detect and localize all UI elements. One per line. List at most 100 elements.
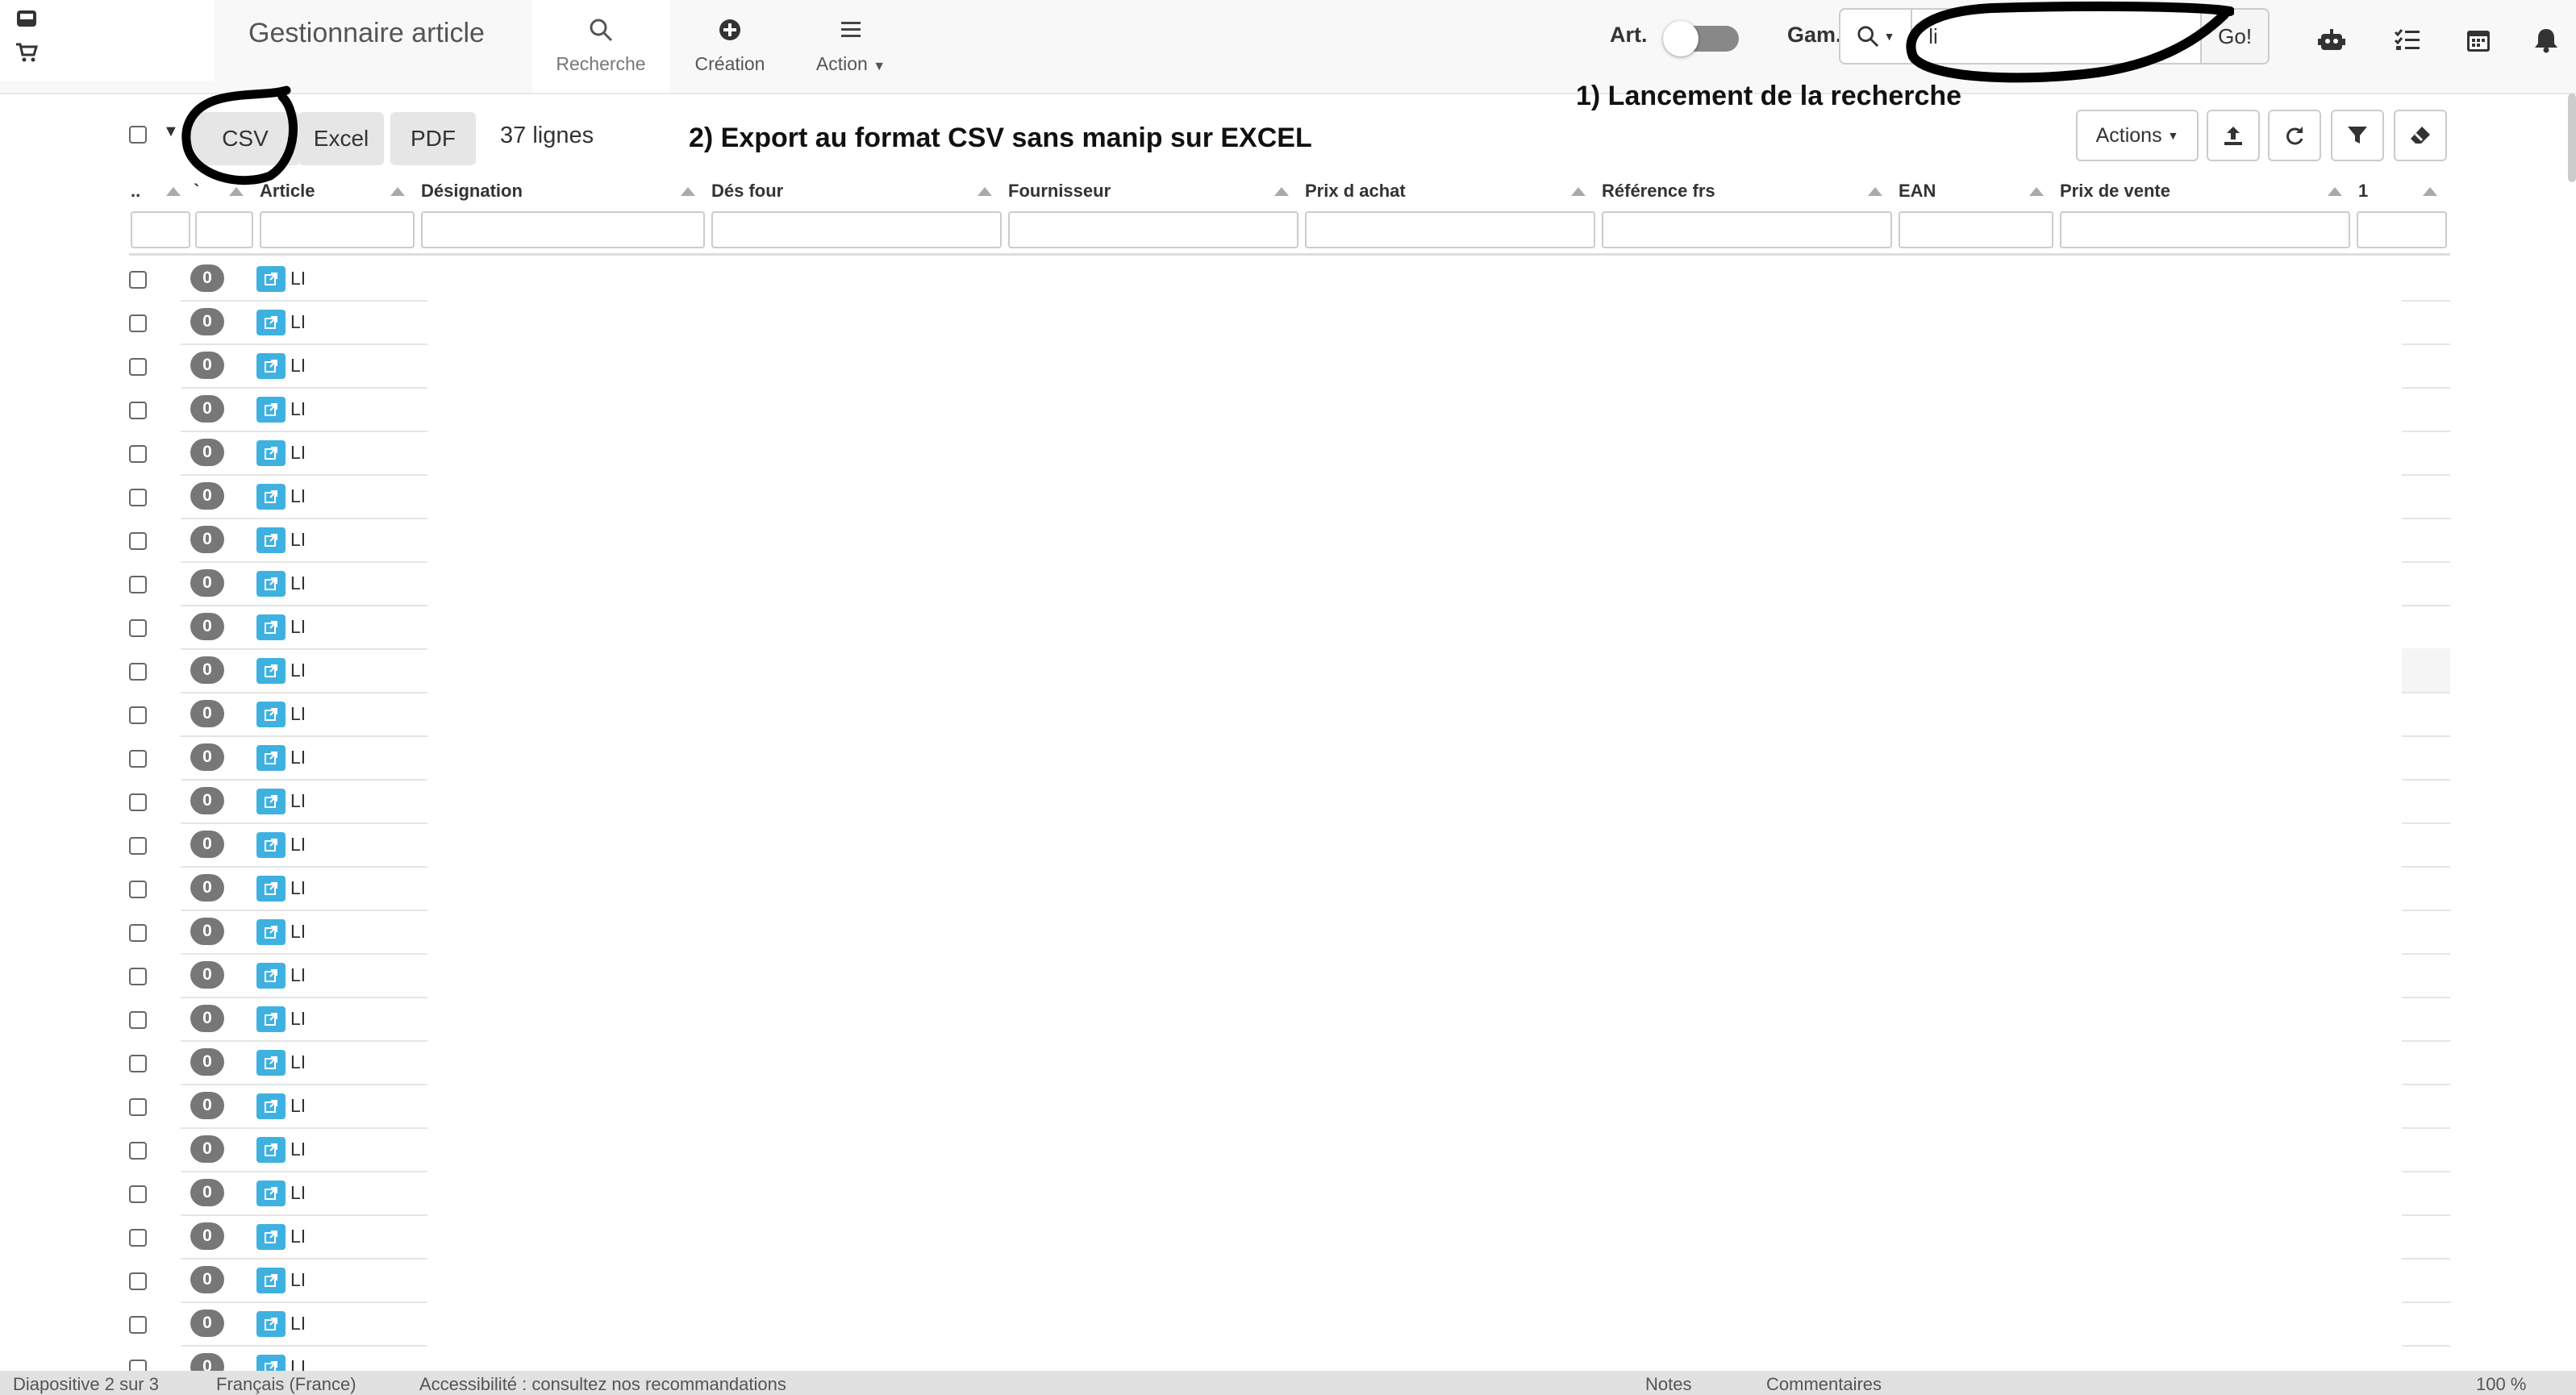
- open-article-button[interactable]: [256, 963, 286, 989]
- column-header-prix-achat[interactable]: Prix d achat: [1305, 181, 1406, 202]
- table-row[interactable]: 0 LI: [121, 1131, 427, 1174]
- row-checkbox[interactable]: [129, 881, 147, 898]
- open-article-button[interactable]: [256, 789, 286, 814]
- row-checkbox[interactable]: [129, 358, 147, 376]
- row-checkbox[interactable]: [129, 1011, 147, 1029]
- table-row[interactable]: 0 LI: [121, 347, 427, 390]
- table-row[interactable]: 0 LI: [121, 826, 427, 869]
- actions-dropdown-button[interactable]: Actions ▼: [2076, 110, 2199, 161]
- row-checkbox[interactable]: [129, 576, 147, 593]
- sort-icon[interactable]: [166, 187, 181, 196]
- sort-icon[interactable]: [390, 187, 405, 196]
- bell-icon[interactable]: [2532, 27, 2560, 53]
- row-checkbox[interactable]: [129, 489, 147, 506]
- select-all-checkbox[interactable]: [129, 126, 147, 144]
- open-article-button[interactable]: [256, 571, 286, 597]
- language-indicator[interactable]: Français (France): [216, 1374, 356, 1395]
- column-filter-input[interactable]: [2060, 211, 2350, 248]
- comments-button[interactable]: Commentaires: [1766, 1374, 1882, 1395]
- table-row[interactable]: 0 LI: [121, 1174, 427, 1218]
- column-header-prix-vente[interactable]: Prix de vente: [2060, 181, 2170, 202]
- table-row[interactable]: 0 LI: [121, 303, 427, 347]
- open-article-button[interactable]: [256, 614, 286, 640]
- table-row[interactable]: 0 LI: [121, 608, 427, 652]
- sort-icon[interactable]: [1868, 187, 1882, 196]
- table-row[interactable]: 0 LI: [121, 260, 427, 303]
- art-gam-toggle[interactable]: [1663, 21, 1739, 56]
- table-row[interactable]: 0 LI: [121, 695, 427, 739]
- row-checkbox[interactable]: [129, 1055, 147, 1072]
- row-checkbox[interactable]: [129, 1272, 147, 1290]
- tab-action[interactable]: Action ▼: [798, 0, 903, 93]
- calendar-icon[interactable]: [2465, 27, 2492, 53]
- open-article-button[interactable]: [256, 353, 286, 379]
- tab-recherche[interactable]: Recherche: [532, 0, 669, 93]
- open-article-button[interactable]: [256, 266, 286, 292]
- column-filter-input[interactable]: [131, 211, 190, 248]
- row-checkbox[interactable]: [129, 1098, 147, 1116]
- open-article-button[interactable]: [256, 1093, 286, 1119]
- row-checkbox[interactable]: [129, 1229, 147, 1247]
- open-article-button[interactable]: [256, 1311, 286, 1337]
- clear-filters-button[interactable]: [2394, 110, 2447, 161]
- row-checkbox[interactable]: [129, 1185, 147, 1203]
- robot-icon[interactable]: [2318, 27, 2345, 53]
- row-checkbox[interactable]: [129, 706, 147, 724]
- search-input[interactable]: [1912, 10, 2201, 63]
- open-article-button[interactable]: [256, 832, 286, 858]
- open-article-button[interactable]: [256, 484, 286, 510]
- upload-button[interactable]: [2207, 110, 2260, 161]
- sort-icon[interactable]: [1274, 187, 1289, 196]
- refresh-button[interactable]: [2268, 110, 2321, 161]
- row-checkbox[interactable]: [129, 619, 147, 637]
- row-checkbox[interactable]: [129, 314, 147, 332]
- row-checkbox[interactable]: [129, 793, 147, 811]
- column-header-designation[interactable]: Désignation: [421, 181, 523, 202]
- sort-icon[interactable]: [229, 187, 244, 196]
- open-article-button[interactable]: [256, 876, 286, 902]
- row-checkbox[interactable]: [129, 271, 147, 289]
- sort-icon[interactable]: [2328, 187, 2342, 196]
- open-article-button[interactable]: [256, 1224, 286, 1250]
- open-article-button[interactable]: [256, 310, 286, 335]
- checklist-icon[interactable]: [2394, 27, 2421, 53]
- table-row[interactable]: 0 LI: [121, 869, 427, 913]
- open-article-button[interactable]: [256, 745, 286, 771]
- cart-icon[interactable]: [15, 42, 39, 63]
- open-article-button[interactable]: [256, 1181, 286, 1206]
- column-filter-input[interactable]: [1305, 211, 1595, 248]
- table-row[interactable]: 0 LI: [121, 1261, 427, 1305]
- table-row[interactable]: 0 LI: [121, 1043, 427, 1087]
- column-filter-input[interactable]: [1899, 211, 2053, 248]
- column-filter-input[interactable]: [1008, 211, 1298, 248]
- tab-creation[interactable]: Création: [677, 0, 782, 93]
- table-row[interactable]: 0 LI: [121, 782, 427, 826]
- sort-icon[interactable]: [681, 187, 695, 196]
- table-row[interactable]: 0 LI: [121, 652, 427, 695]
- table-row[interactable]: 0 LI: [121, 390, 427, 434]
- column-header-1[interactable]: 1: [2358, 181, 2368, 202]
- pdf-button[interactable]: PDF: [390, 112, 476, 165]
- column-header-reference-frs[interactable]: Référence frs: [1602, 181, 1715, 202]
- notes-button[interactable]: Notes: [1645, 1374, 1691, 1395]
- open-article-button[interactable]: [256, 1137, 286, 1163]
- column-filter-input[interactable]: [1602, 211, 1892, 248]
- column-header-ean[interactable]: EAN: [1899, 181, 1936, 202]
- sort-icon[interactable]: [2029, 187, 2044, 196]
- open-article-button[interactable]: [256, 1050, 286, 1076]
- open-article-button[interactable]: [256, 440, 286, 466]
- sort-icon[interactable]: [1571, 187, 1586, 196]
- row-checkbox[interactable]: [129, 924, 147, 942]
- table-row[interactable]: 0 LI: [121, 1087, 427, 1131]
- table-row[interactable]: 0 LI: [121, 739, 427, 782]
- vertical-scrollbar[interactable]: [2568, 94, 2576, 182]
- column-header[interactable]: ..: [131, 181, 140, 202]
- column-header-des-four[interactable]: Dés four: [711, 181, 783, 202]
- row-checkbox[interactable]: [129, 1316, 147, 1334]
- open-article-button[interactable]: [256, 1268, 286, 1293]
- column-filter-input[interactable]: [2357, 211, 2447, 248]
- column-header-fournisseur[interactable]: Fournisseur: [1008, 181, 1111, 202]
- open-article-button[interactable]: [256, 919, 286, 945]
- row-checkbox[interactable]: [129, 402, 147, 419]
- table-row[interactable]: 0 LI: [121, 477, 427, 521]
